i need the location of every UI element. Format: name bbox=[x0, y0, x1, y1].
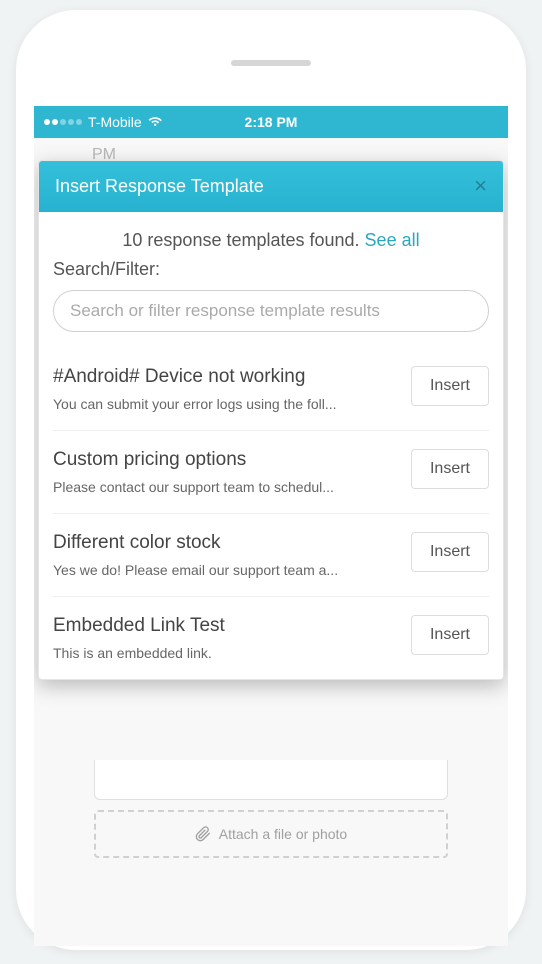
insert-button[interactable]: Insert bbox=[411, 615, 489, 655]
insert-button[interactable]: Insert bbox=[411, 366, 489, 406]
modal-title: Insert Response Template bbox=[55, 176, 264, 197]
template-text: Embedded Link Test This is an embedded l… bbox=[53, 615, 399, 661]
results-count-text: 10 response templates found. bbox=[122, 230, 364, 250]
attach-label: Attach a file or photo bbox=[219, 826, 347, 842]
template-text: #Android# Device not working You can sub… bbox=[53, 366, 399, 412]
template-text: Different color stock Yes we do! Please … bbox=[53, 532, 399, 578]
template-item: Different color stock Yes we do! Please … bbox=[53, 514, 489, 597]
template-item: Embedded Link Test This is an embedded l… bbox=[53, 597, 489, 671]
insert-template-modal: Insert Response Template × 10 response t… bbox=[38, 160, 504, 680]
template-desc: This is an embedded link. bbox=[53, 645, 399, 661]
carrier-label: T-Mobile bbox=[88, 114, 142, 130]
template-text: Custom pricing options Please contact ou… bbox=[53, 449, 399, 495]
search-filter-label: Search/Filter: bbox=[53, 259, 489, 280]
status-time: 2:18 PM bbox=[245, 114, 298, 130]
modal-header: Insert Response Template × bbox=[39, 161, 503, 212]
search-input[interactable] bbox=[53, 290, 489, 332]
close-icon[interactable]: × bbox=[474, 175, 487, 197]
template-item: #Android# Device not working You can sub… bbox=[53, 348, 489, 431]
paperclip-icon bbox=[195, 826, 211, 842]
attach-file-button[interactable]: Attach a file or photo bbox=[94, 810, 448, 858]
results-count-line: 10 response templates found. See all bbox=[53, 230, 489, 251]
status-bar: T-Mobile 2:18 PM bbox=[34, 106, 508, 138]
modal-body: 10 response templates found. See all Sea… bbox=[39, 212, 503, 679]
see-all-link[interactable]: See all bbox=[365, 230, 420, 250]
message-input-fragment[interactable] bbox=[94, 760, 448, 800]
template-list: #Android# Device not working You can sub… bbox=[53, 348, 489, 671]
insert-button[interactable]: Insert bbox=[411, 532, 489, 572]
template-desc: Please contact our support team to sched… bbox=[53, 479, 399, 495]
phone-screen: T-Mobile 2:18 PM PM Attach a file or pho… bbox=[34, 106, 508, 946]
phone-frame: T-Mobile 2:18 PM PM Attach a file or pho… bbox=[16, 10, 526, 950]
signal-dots-icon bbox=[44, 119, 82, 125]
template-title: Custom pricing options bbox=[53, 449, 399, 471]
template-title: #Android# Device not working bbox=[53, 366, 399, 388]
status-left: T-Mobile bbox=[44, 114, 164, 130]
template-item: Custom pricing options Please contact ou… bbox=[53, 431, 489, 514]
template-desc: You can submit your error logs using the… bbox=[53, 396, 399, 412]
insert-button[interactable]: Insert bbox=[411, 449, 489, 489]
wifi-icon bbox=[148, 116, 164, 128]
template-desc: Yes we do! Please email our support team… bbox=[53, 562, 399, 578]
template-title: Different color stock bbox=[53, 532, 399, 554]
template-title: Embedded Link Test bbox=[53, 615, 399, 637]
phone-speaker bbox=[231, 60, 311, 66]
